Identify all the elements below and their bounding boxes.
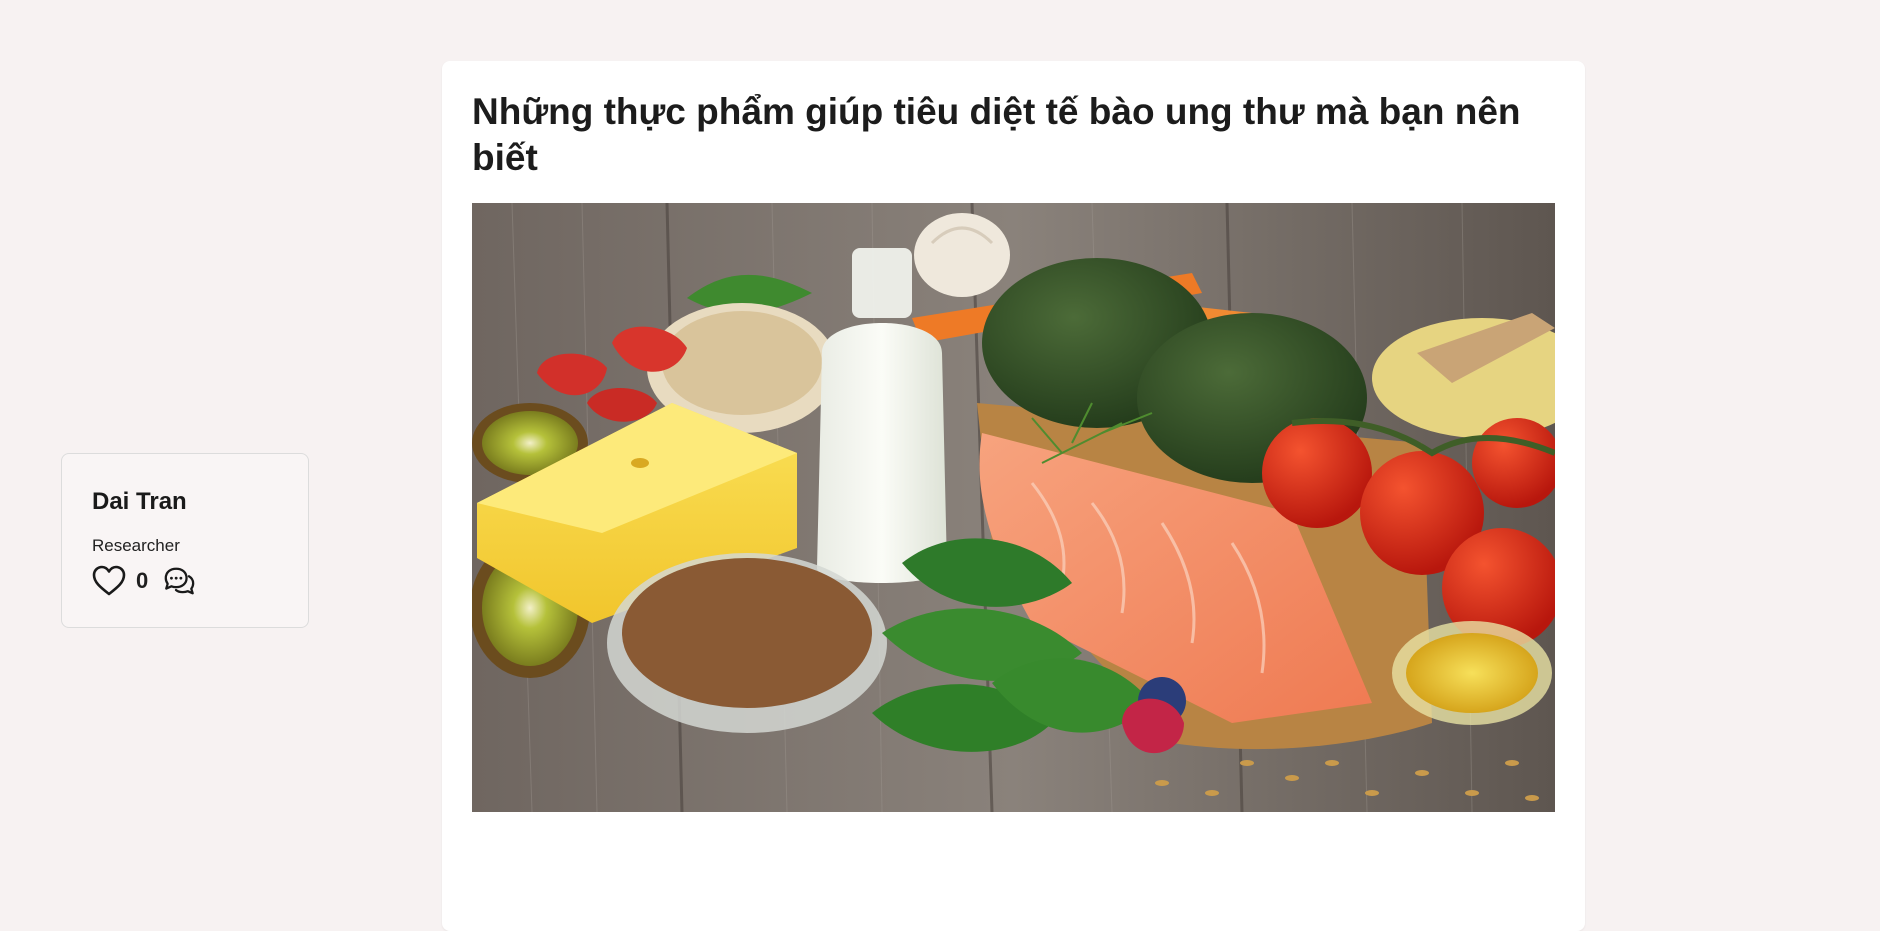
heart-icon[interactable] [92, 564, 126, 598]
like-count: 0 [136, 568, 149, 593]
article-card: Những thực phẩm giúp tiêu diệt tế bào un… [442, 61, 1585, 931]
comment-icon[interactable] [162, 564, 196, 598]
author-role: Researcher [92, 536, 180, 555]
author-card: Dai Tran Researcher 0 [61, 453, 309, 628]
author-stats: 0 [92, 564, 278, 598]
author-name[interactable]: Dai Tran [92, 488, 278, 516]
article-title: Những thực phẩm giúp tiêu diệt tế bào un… [472, 91, 1521, 178]
article-cover-image [472, 203, 1555, 812]
